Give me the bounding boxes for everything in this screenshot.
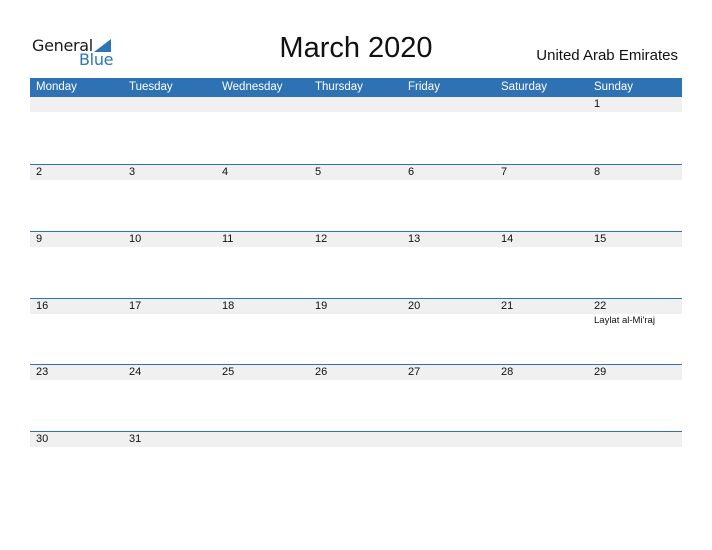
day-cell: 22 Laylat al-Mi'raj <box>588 299 681 359</box>
day-cell: 31 <box>123 432 216 492</box>
day-cell: 19 <box>309 299 402 359</box>
day-cell <box>495 97 588 157</box>
day-cell <box>402 432 495 492</box>
day-cell: 28 <box>495 365 588 425</box>
week-row: 1 <box>30 97 682 164</box>
week-cells: 2 3 4 5 6 7 8 <box>30 165 682 225</box>
day-number: 6 <box>408 166 415 178</box>
day-cell: 16 <box>30 299 123 359</box>
day-cell <box>402 97 495 157</box>
holiday-label: Laylat al-Mi'raj <box>592 315 657 326</box>
day-cell <box>216 432 309 492</box>
day-number: 19 <box>315 300 328 312</box>
day-number: 2 <box>36 166 43 178</box>
day-number: 29 <box>594 366 607 378</box>
day-number: 22 <box>594 300 607 312</box>
day-cell <box>495 432 588 492</box>
weekday-monday: Monday <box>36 81 77 93</box>
day-cell <box>216 97 309 157</box>
day-number: 3 <box>129 166 136 178</box>
day-cell: 17 <box>123 299 216 359</box>
day-cell: 5 <box>309 165 402 225</box>
day-cell: 10 <box>123 232 216 292</box>
weekday-sunday: Sunday <box>594 81 634 93</box>
day-cell: 2 <box>30 165 123 225</box>
day-number: 25 <box>222 366 235 378</box>
day-cell <box>30 97 123 157</box>
day-cell <box>309 97 402 157</box>
day-number: 9 <box>36 233 43 245</box>
week-cells: 1 <box>30 97 682 157</box>
day-cell: 11 <box>216 232 309 292</box>
day-cell: 20 <box>402 299 495 359</box>
week-cells: 16 17 18 19 20 21 22 Laylat al-Mi'raj <box>30 299 682 359</box>
day-cell: 14 <box>495 232 588 292</box>
day-cell <box>309 432 402 492</box>
day-cell: 12 <box>309 232 402 292</box>
day-cell: 23 <box>30 365 123 425</box>
day-number: 28 <box>501 366 514 378</box>
day-cell: 29 <box>588 365 681 425</box>
weekday-wednesday: Wednesday <box>222 81 283 93</box>
day-cell: 21 <box>495 299 588 359</box>
day-cell: 24 <box>123 365 216 425</box>
day-cell: 1 <box>588 97 681 157</box>
day-number: 11 <box>222 233 234 245</box>
week-cells: 9 10 11 12 13 14 15 <box>30 232 682 292</box>
day-number: 26 <box>315 366 328 378</box>
day-number: 13 <box>408 233 421 245</box>
day-cell: 15 <box>588 232 681 292</box>
day-cell: 3 <box>123 165 216 225</box>
day-number: 27 <box>408 366 421 378</box>
week-cells: 23 24 25 26 27 28 29 <box>30 365 682 425</box>
day-cell: 6 <box>402 165 495 225</box>
day-number: 23 <box>36 366 49 378</box>
day-cell: 8 <box>588 165 681 225</box>
week-row: 23 24 25 26 27 28 29 <box>30 364 682 431</box>
week-row: 16 17 18 19 20 21 22 Laylat al-Mi'raj <box>30 298 682 365</box>
day-cell: 7 <box>495 165 588 225</box>
day-number: 21 <box>501 300 514 312</box>
weekday-saturday: Saturday <box>501 81 548 93</box>
day-number: 31 <box>129 433 142 445</box>
day-number: 5 <box>315 166 322 178</box>
day-number: 17 <box>129 300 142 312</box>
day-cell: 4 <box>216 165 309 225</box>
weekday-header: Monday Tuesday Wednesday Thursday Friday… <box>30 78 682 97</box>
weekday-tuesday: Tuesday <box>129 81 173 93</box>
day-number: 1 <box>594 98 601 110</box>
day-number: 30 <box>36 433 49 445</box>
day-number: 15 <box>594 233 607 245</box>
day-cell: 30 <box>30 432 123 492</box>
week-row: 2 3 4 5 6 7 8 <box>30 164 682 231</box>
day-number: 18 <box>222 300 235 312</box>
day-cell <box>123 97 216 157</box>
day-cell: 25 <box>216 365 309 425</box>
day-number: 7 <box>501 166 508 178</box>
day-number: 12 <box>315 233 328 245</box>
day-number: 20 <box>408 300 421 312</box>
weekday-thursday: Thursday <box>315 81 363 93</box>
day-cell: 13 <box>402 232 495 292</box>
day-cell: 9 <box>30 232 123 292</box>
country-label: United Arab Emirates <box>536 47 678 64</box>
day-cell: 27 <box>402 365 495 425</box>
weekday-friday: Friday <box>408 81 440 93</box>
week-cells: 30 31 <box>30 432 682 492</box>
day-number: 24 <box>129 366 142 378</box>
day-cell: 26 <box>309 365 402 425</box>
day-number: 10 <box>129 233 142 245</box>
day-number: 14 <box>501 233 514 245</box>
day-cell <box>588 432 681 492</box>
week-row: 30 31 <box>30 431 682 498</box>
week-row: 9 10 11 12 13 14 15 <box>30 231 682 298</box>
day-cell: 18 <box>216 299 309 359</box>
day-number: 4 <box>222 166 229 178</box>
day-number: 8 <box>594 166 601 178</box>
day-number: 16 <box>36 300 49 312</box>
